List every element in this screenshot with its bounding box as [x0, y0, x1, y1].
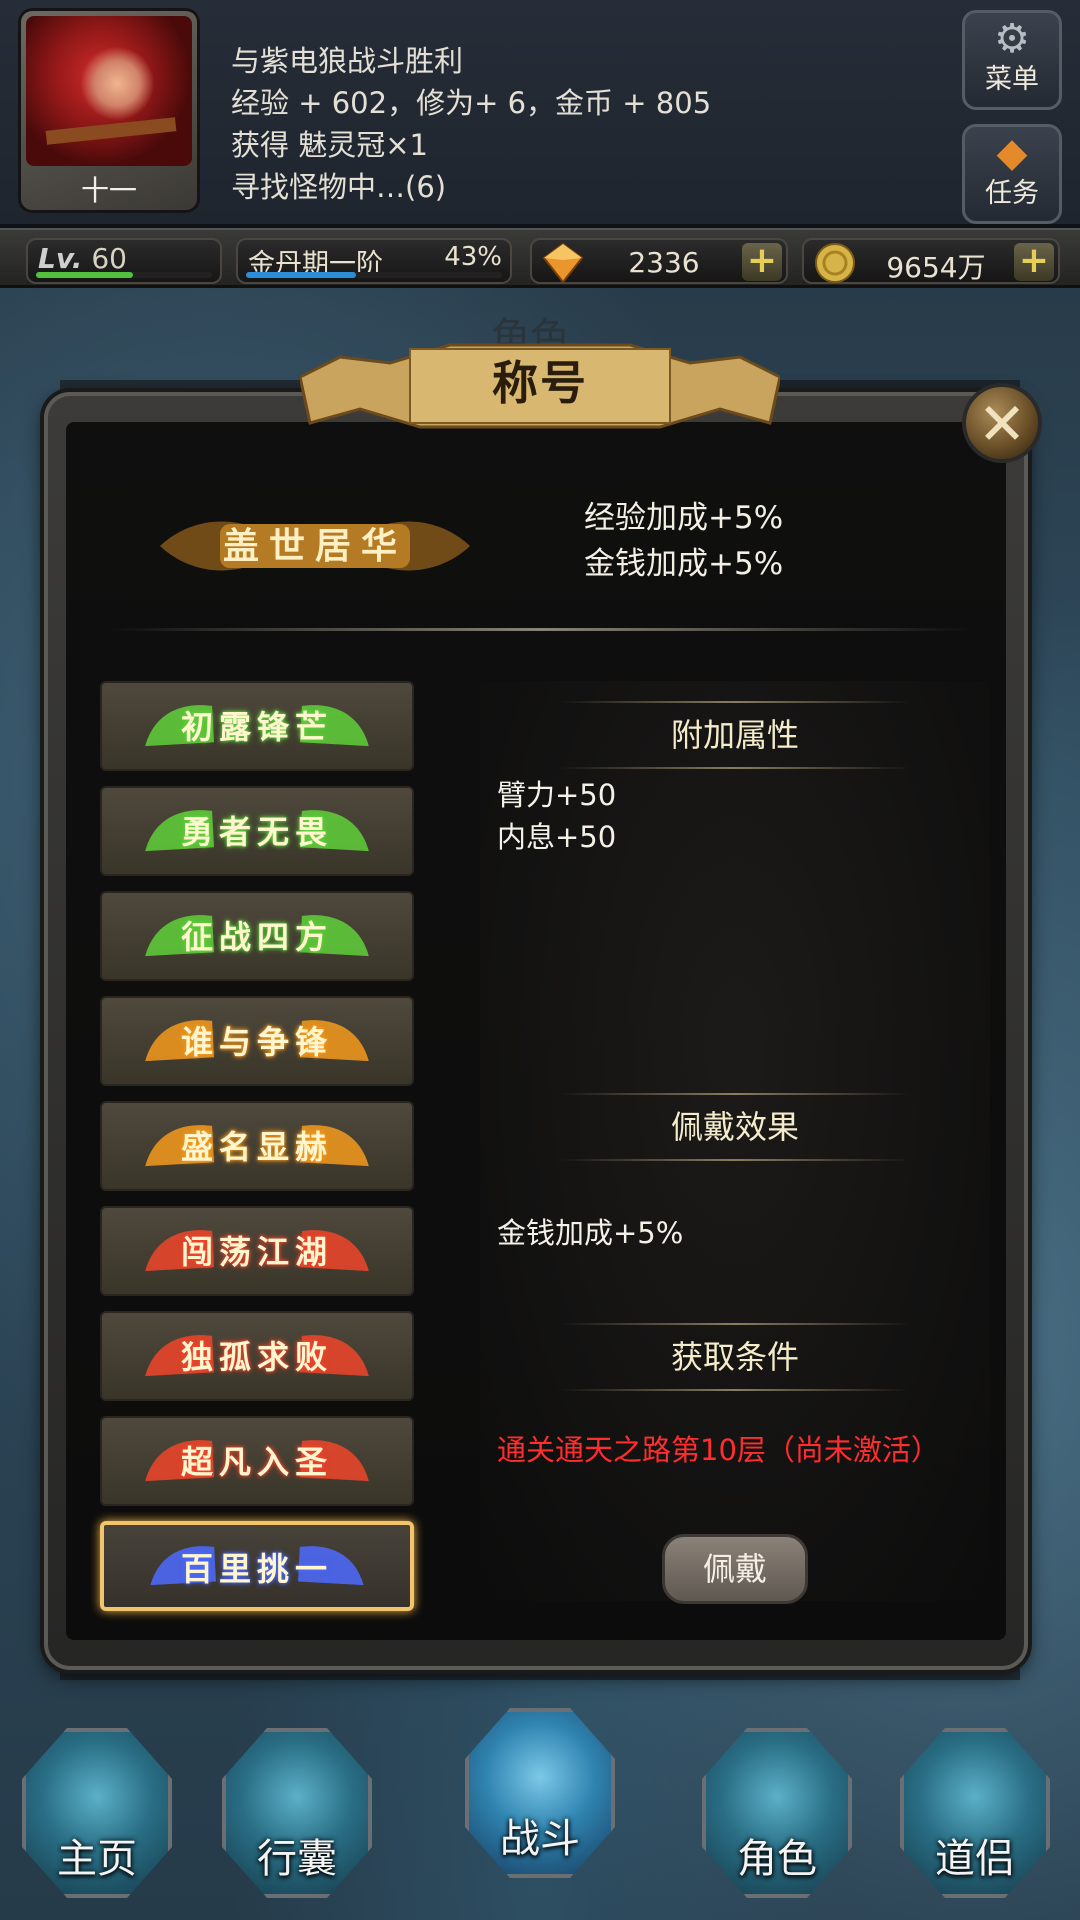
- level-value: 60: [91, 242, 127, 275]
- bonus-line: 金钱加成+5%: [584, 546, 784, 582]
- quest-label: 任务: [985, 178, 1039, 209]
- title-item[interactable]: 勇者无畏: [100, 786, 414, 876]
- gold-pill: 9654万 +: [802, 238, 1060, 284]
- attribute-line: 内息+50: [497, 820, 617, 854]
- level-progress-bar: [36, 272, 212, 278]
- gem-pill: 2336 +: [530, 238, 788, 284]
- nav-home[interactable]: 主页: [12, 1718, 182, 1908]
- stat-bar: Lv. 60 金丹期一阶 43% 2336 + 9654万 +: [0, 228, 1080, 288]
- gem-count: 2336: [628, 246, 700, 279]
- nav-bag[interactable]: 行囊: [212, 1718, 382, 1908]
- title-item[interactable]: 超凡入圣: [100, 1416, 414, 1506]
- title-item[interactable]: 闯荡江湖: [100, 1206, 414, 1296]
- realm-percent: 43%: [444, 242, 502, 272]
- bottom-nav: 主页 行囊 战斗 角色 道侣: [0, 1680, 1080, 1920]
- nav-character[interactable]: 角色: [692, 1718, 862, 1908]
- title-item-name: 超凡入圣: [180, 1443, 333, 1481]
- current-title-name: 盖世居华: [222, 525, 407, 567]
- current-title-bonus: 经验加成+5% 金钱加成+5%: [584, 495, 783, 587]
- realm-progress-fill: [246, 272, 357, 278]
- avatar[interactable]: 十一: [18, 8, 200, 213]
- top-header: 十一 与紫电狼战斗胜利 经验 + 602，修为+ 6，金币 + 805 获得 魅…: [0, 0, 1080, 228]
- add-gems-button[interactable]: +: [742, 243, 782, 281]
- attribute-list: 臂力+50 内息+50: [497, 774, 616, 858]
- title-item[interactable]: 百里挑一: [100, 1521, 414, 1611]
- title-item[interactable]: 盛名显赫: [100, 1101, 414, 1191]
- equip-button[interactable]: 佩戴: [662, 1534, 808, 1604]
- nav-companion[interactable]: 道侣: [890, 1718, 1060, 1908]
- title-item-name: 闯荡江湖: [180, 1233, 333, 1271]
- avatar-name: 十一: [80, 174, 137, 207]
- condition-text: 通关通天之路第10层（尚未激活）: [497, 1433, 940, 1467]
- attribute-line: 臂力+50: [497, 778, 617, 812]
- log-line: 经验 + 602，修为+ 6，金币 + 805: [231, 86, 712, 120]
- nav-label: 主页: [57, 1836, 137, 1882]
- bonus-line: 经验加成+5%: [584, 500, 784, 536]
- title-item[interactable]: 独孤求败: [100, 1311, 414, 1401]
- close-button[interactable]: ✕: [962, 383, 1042, 463]
- nav-label: 道侣: [935, 1836, 1015, 1882]
- title-item[interactable]: 谁与争锋: [100, 996, 414, 1086]
- title-list: 初露锋芒勇者无畏征战四方谁与争锋盛名显赫闯荡江湖独孤求败超凡入圣百里挑一: [100, 681, 414, 1626]
- title-item-name: 盛名显赫: [180, 1128, 333, 1166]
- title-item-name: 初露锋芒: [180, 708, 333, 746]
- gold-count: 9654万: [886, 251, 986, 284]
- level-pill: Lv. 60: [26, 238, 222, 284]
- nav-label: 行囊: [257, 1836, 337, 1882]
- nav-battle[interactable]: 战斗: [455, 1698, 625, 1888]
- title-item[interactable]: 征战四方: [100, 891, 414, 981]
- log-line: 与紫电狼战斗胜利: [231, 44, 464, 78]
- quest-button[interactable]: ◆ 任务: [962, 124, 1062, 224]
- realm-progress-bar: [246, 272, 502, 278]
- wear-effect-heading: 佩戴效果: [560, 1091, 910, 1163]
- log-line: 获得 魅灵冠×1: [231, 128, 428, 162]
- log-line: 寻找怪物中…(6): [231, 170, 447, 204]
- add-gold-button[interactable]: +: [1014, 243, 1054, 281]
- divider: [110, 628, 970, 631]
- gear-icon: ⚙: [994, 16, 1030, 62]
- title-item-name: 独孤求败: [180, 1338, 333, 1376]
- title-item-name: 谁与争锋: [180, 1023, 333, 1061]
- level-prefix: Lv.: [38, 242, 83, 275]
- modal-title: 称号: [492, 356, 588, 410]
- menu-label: 菜单: [985, 64, 1039, 95]
- battle-log: 与紫电狼战斗胜利 经验 + 602，修为+ 6，金币 + 805 获得 魅灵冠×…: [231, 40, 951, 208]
- level-progress-fill: [36, 272, 133, 278]
- avatar-portrait: [26, 16, 192, 166]
- gem-icon: [542, 242, 584, 284]
- close-icon: ✕: [977, 390, 1027, 458]
- title-item[interactable]: 初露锋芒: [100, 681, 414, 771]
- title-item-name: 征战四方: [180, 918, 333, 956]
- title-item-name: 勇者无畏: [180, 813, 333, 851]
- realm-pill: 金丹期一阶 43%: [236, 238, 512, 284]
- attributes-heading: 附加属性: [560, 699, 910, 771]
- wear-effect-text: 金钱加成+5%: [497, 1216, 684, 1250]
- nav-label: 战斗: [500, 1816, 580, 1862]
- title-item-name: 百里挑一: [180, 1550, 333, 1588]
- gold-coin-icon: [815, 243, 855, 283]
- quest-gem-icon: ◆: [996, 130, 1028, 176]
- condition-heading: 获取条件: [560, 1321, 910, 1393]
- nav-label: 角色: [737, 1836, 817, 1882]
- menu-button[interactable]: ⚙ 菜单: [962, 10, 1062, 110]
